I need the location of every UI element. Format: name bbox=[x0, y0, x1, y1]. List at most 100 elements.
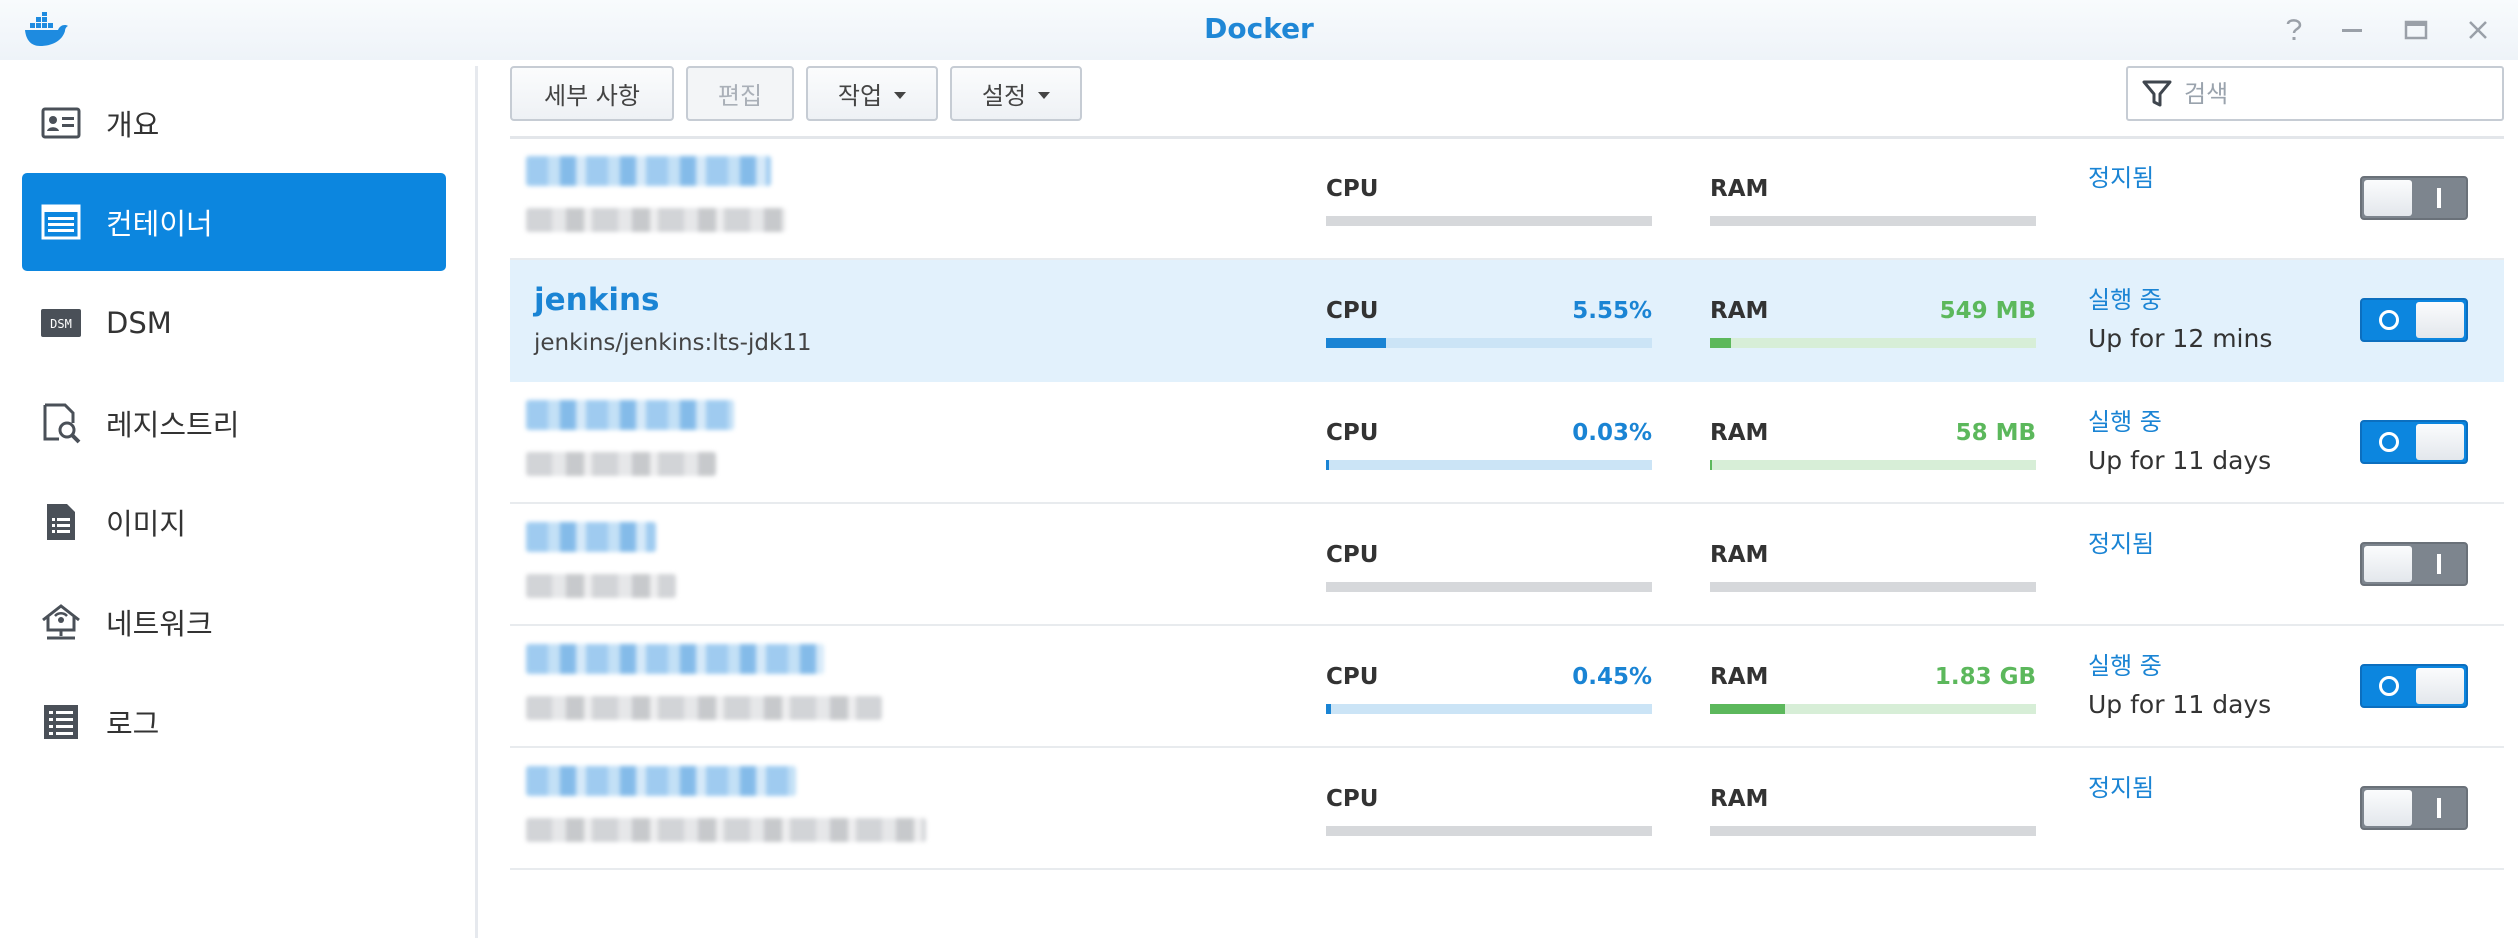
ram-usage-fill bbox=[1710, 704, 1785, 714]
ram-label: RAM bbox=[1710, 664, 1769, 690]
cpu-label: CPU bbox=[1326, 176, 1379, 202]
search-box[interactable] bbox=[2126, 66, 2504, 121]
container-power-toggle[interactable] bbox=[2360, 298, 2468, 342]
overview-icon bbox=[38, 100, 84, 146]
container-image-redacted bbox=[526, 208, 786, 232]
status-label: 실행 중 bbox=[2088, 652, 2162, 680]
status-label: 실행 중 bbox=[2088, 408, 2162, 436]
container-row[interactable]: CPU RAM 정지됨 bbox=[510, 138, 2504, 260]
container-row[interactable]: CPU 0.03% RAM 58 MB 실행 중 Up for 11 days bbox=[510, 382, 2504, 504]
minimize-icon[interactable] bbox=[2336, 14, 2368, 46]
edit-button-label: 편집 bbox=[717, 82, 763, 110]
cpu-usage-bar bbox=[1326, 582, 1652, 592]
ram-usage-bar bbox=[1710, 460, 2036, 470]
log-icon bbox=[38, 699, 84, 745]
container-power-toggle[interactable] bbox=[2360, 176, 2468, 220]
status-label: 정지됨 bbox=[2088, 774, 2155, 802]
container-power-toggle[interactable] bbox=[2360, 542, 2468, 586]
chevron-down-icon bbox=[894, 92, 907, 99]
power-on-icon bbox=[2364, 422, 2414, 462]
ram-usage-bar bbox=[1710, 826, 2036, 836]
sidebar-item-overview[interactable]: 개요 bbox=[22, 74, 446, 172]
cpu-usage-fill bbox=[1326, 460, 1329, 470]
container-name-redacted bbox=[526, 644, 824, 674]
maximize-icon[interactable] bbox=[2400, 14, 2432, 46]
sidebar-item-image[interactable]: 이미지 bbox=[22, 473, 446, 571]
sidebar-item-label: 로그 bbox=[106, 707, 160, 741]
sidebar-item-label: 컨테이너 bbox=[106, 207, 213, 241]
settings-dropdown-button[interactable]: 설정 bbox=[950, 66, 1082, 121]
sidebar-divider bbox=[475, 66, 478, 938]
power-off-icon bbox=[2414, 788, 2464, 828]
ram-value: 549 MB bbox=[1939, 298, 2036, 324]
network-icon bbox=[38, 599, 84, 645]
sidebar-item-registry[interactable]: 레지스트리 bbox=[22, 374, 446, 472]
container-icon bbox=[38, 199, 84, 245]
container-power-toggle[interactable] bbox=[2360, 664, 2468, 708]
cpu-usage-bar bbox=[1326, 460, 1652, 470]
cpu-value: 0.45% bbox=[1572, 664, 1652, 690]
filter-icon bbox=[2142, 80, 2172, 106]
sidebar-item-container[interactable]: 컨테이너 bbox=[22, 173, 446, 271]
ram-label: RAM bbox=[1710, 786, 1769, 812]
title-bar: Docker bbox=[0, 0, 2518, 60]
container-row[interactable]: jenkins jenkins/jenkins:lts-jdk11 CPU 5.55%… bbox=[510, 260, 2504, 382]
container-image-redacted bbox=[526, 452, 716, 476]
cpu-usage-bar bbox=[1326, 704, 1652, 714]
edit-button[interactable]: 편집 bbox=[686, 66, 794, 121]
container-power-toggle[interactable] bbox=[2360, 786, 2468, 830]
power-off-icon bbox=[2414, 544, 2464, 584]
cpu-usage-bar bbox=[1326, 338, 1652, 348]
ram-label: RAM bbox=[1710, 176, 1769, 202]
container-image-redacted bbox=[526, 696, 882, 720]
cpu-label: CPU bbox=[1326, 420, 1379, 446]
window-title: Docker bbox=[1204, 12, 1314, 45]
ram-label: RAM bbox=[1710, 420, 1769, 446]
container-power-toggle[interactable] bbox=[2360, 420, 2468, 464]
details-button[interactable]: 세부 사항 bbox=[510, 66, 674, 121]
action-button-label: 작업 bbox=[837, 82, 883, 110]
cpu-label: CPU bbox=[1326, 786, 1379, 812]
sidebar-item-label: DSM bbox=[106, 306, 172, 340]
sidebar-item-dsm[interactable]: DSM DSM bbox=[22, 274, 446, 372]
toggle-knob bbox=[2364, 790, 2412, 826]
registry-icon bbox=[38, 400, 84, 446]
ram-usage-bar bbox=[1710, 582, 2036, 592]
ram-value: 58 MB bbox=[1955, 420, 2036, 446]
container-row[interactable]: CPU RAM 정지됨 bbox=[510, 748, 2504, 870]
toggle-knob bbox=[2416, 302, 2464, 338]
container-name-redacted bbox=[526, 156, 771, 186]
help-icon[interactable] bbox=[2278, 14, 2310, 46]
container-row[interactable]: CPU 0.45% RAM 1.83 GB 실행 중 Up for 11 days bbox=[510, 626, 2504, 748]
toggle-knob bbox=[2416, 668, 2464, 704]
dsm-icon: DSM bbox=[38, 300, 84, 346]
search-input[interactable] bbox=[2184, 79, 2484, 108]
toggle-knob bbox=[2416, 424, 2464, 460]
sidebar-item-network[interactable]: 네트워크 bbox=[22, 573, 446, 671]
image-icon bbox=[38, 499, 84, 545]
sidebar-item-label: 네트워크 bbox=[106, 607, 213, 641]
sidebar-item-label: 개요 bbox=[106, 108, 160, 142]
close-icon[interactable] bbox=[2462, 14, 2494, 46]
toggle-knob bbox=[2364, 180, 2412, 216]
ram-usage-fill bbox=[1710, 460, 1712, 470]
container-row[interactable]: CPU RAM 정지됨 bbox=[510, 504, 2504, 626]
ram-label: RAM bbox=[1710, 542, 1769, 568]
cpu-usage-bar bbox=[1326, 826, 1652, 836]
power-on-icon bbox=[2364, 300, 2414, 340]
ram-usage-bar bbox=[1710, 704, 2036, 714]
uptime-text: Up for 11 days bbox=[2088, 446, 2272, 475]
cpu-value: 5.55% bbox=[1572, 298, 1652, 324]
ram-usage-bar bbox=[1710, 216, 2036, 226]
container-name-redacted bbox=[526, 766, 796, 796]
power-off-icon bbox=[2414, 178, 2464, 218]
ram-value: 1.83 GB bbox=[1934, 664, 2036, 690]
sidebar-item-log[interactable]: 로그 bbox=[22, 673, 446, 771]
status-label: 정지됨 bbox=[2088, 530, 2155, 558]
cpu-label: CPU bbox=[1326, 298, 1379, 324]
container-name-redacted bbox=[526, 400, 734, 430]
status-label: 정지됨 bbox=[2088, 164, 2155, 192]
action-dropdown-button[interactable]: 작업 bbox=[806, 66, 938, 121]
cpu-usage-bar bbox=[1326, 216, 1652, 226]
settings-button-label: 설정 bbox=[981, 82, 1027, 110]
